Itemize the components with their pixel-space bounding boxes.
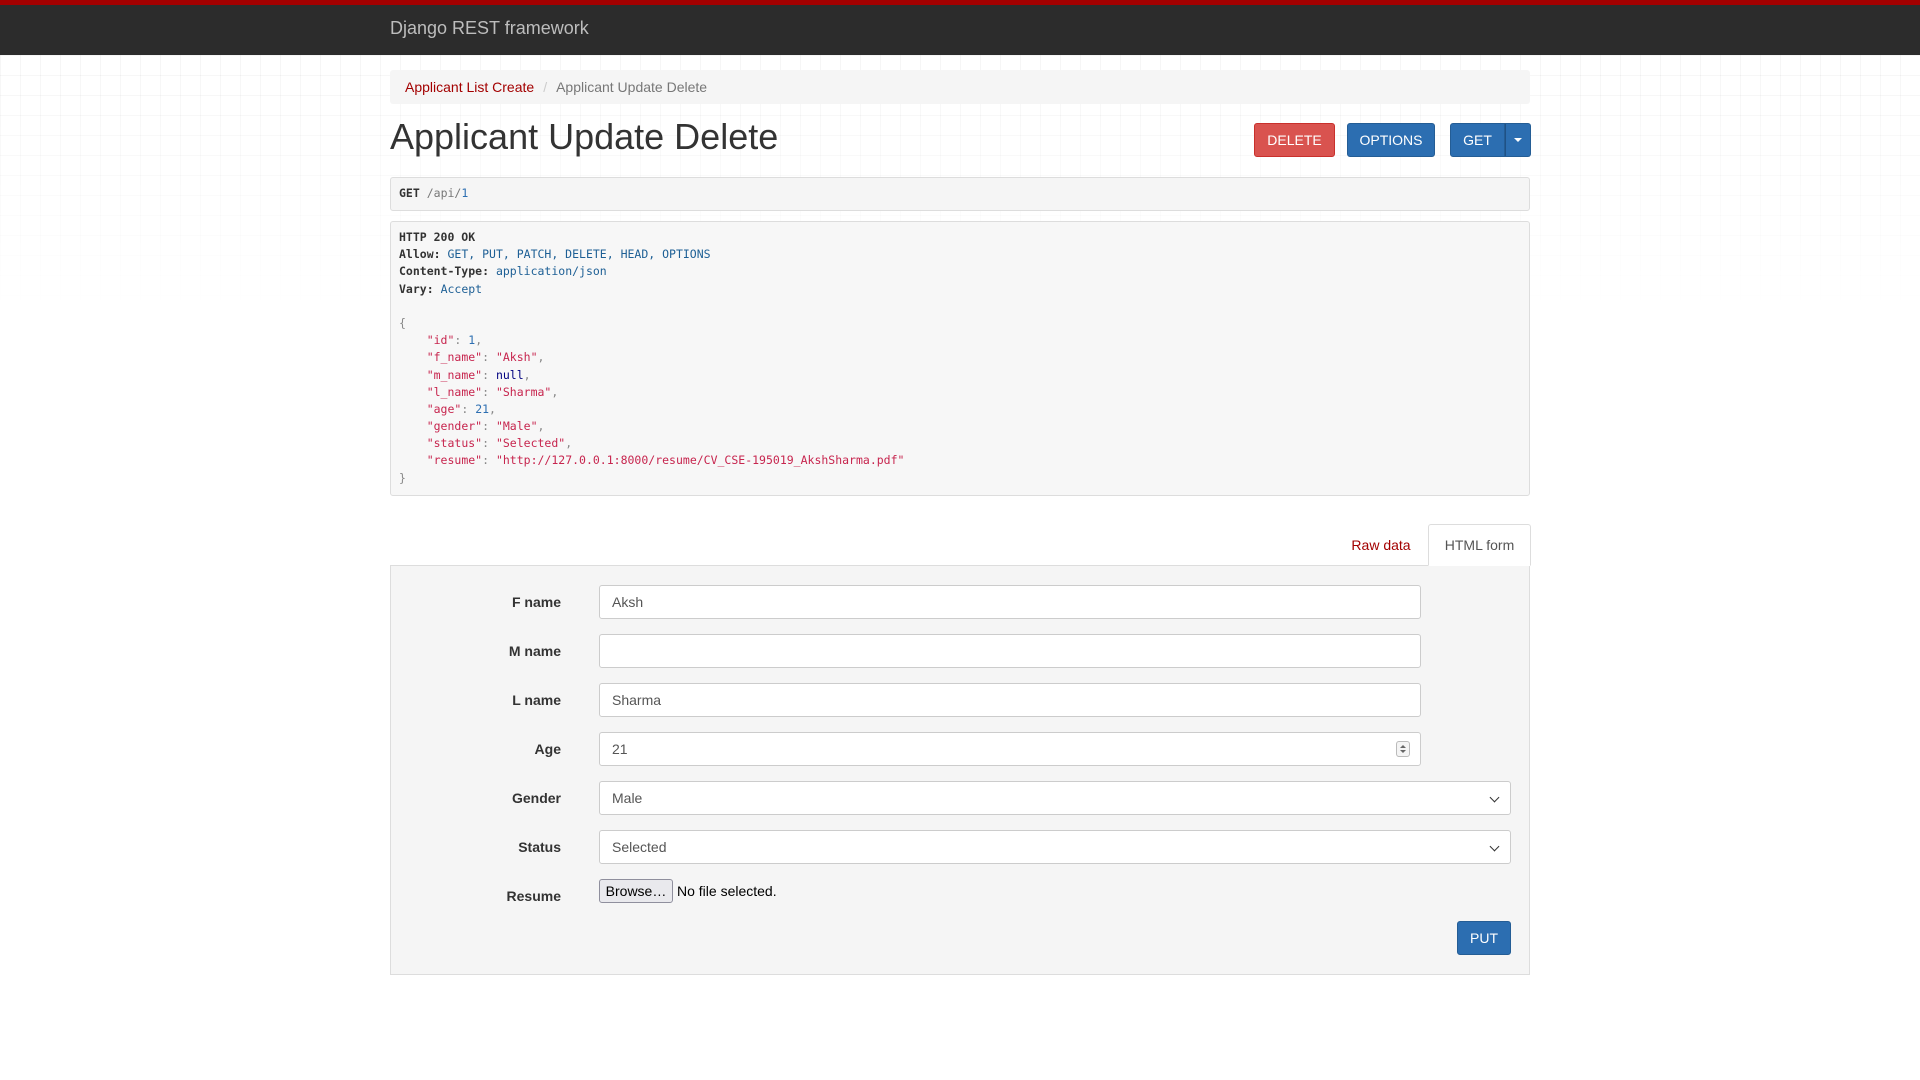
form-row-f-name: F name Aksh — [391, 585, 1529, 619]
request-method: GET — [399, 186, 420, 200]
l-name-input[interactable]: Sharma — [599, 683, 1421, 717]
response-header-value: application/json — [495, 264, 607, 279]
get-format-dropdown-toggle[interactable] — [1505, 123, 1531, 157]
main-container: Applicant List Create / Applicant Update… — [390, 55, 1531, 975]
form-row-resume: Resume Browse… No file selected. — [391, 879, 1529, 913]
spin-up-icon — [1400, 745, 1406, 748]
breadcrumb: Applicant List Create / Applicant Update… — [390, 70, 1530, 104]
resume-browse-button[interactable]: Browse… — [599, 879, 673, 903]
json-key: "f_name" — [426, 350, 483, 365]
gender-selected-value: Male — [612, 790, 643, 806]
response-info: HTTP 200 OK Allow: GET, PUT, PATCH, DELE… — [390, 221, 1530, 496]
json-value: "Sharma" — [495, 384, 552, 399]
chevron-down-icon — [1489, 792, 1500, 803]
form-tabs: Raw data HTML form — [390, 524, 1531, 566]
l-name-label: L name — [512, 692, 561, 708]
page-title: Applicant Update Delete — [390, 116, 779, 157]
age-value: 21 — [612, 741, 628, 757]
status-selected-value: Selected — [612, 839, 667, 855]
title-row: Applicant Update Delete DELETE OPTIONS G… — [390, 112, 1531, 172]
status-label: Status — [518, 839, 561, 855]
tab-raw-data[interactable]: Raw data — [1343, 524, 1419, 566]
json-value: "Male" — [495, 419, 538, 434]
json-key: "l_name" — [426, 384, 483, 399]
spin-down-icon — [1400, 750, 1406, 753]
form-row-m-name: M name — [391, 634, 1529, 668]
json-value: "Aksh" — [495, 350, 538, 365]
resume-file-status: No file selected. — [677, 883, 777, 899]
delete-button[interactable]: DELETE — [1254, 123, 1335, 157]
put-button[interactable]: PUT — [1457, 921, 1511, 955]
gender-label: Gender — [511, 790, 561, 806]
request-path: /api/ — [426, 186, 462, 200]
json-value-resume-link[interactable]: "http://127.0.0.1:8000/resume/CV_CSE-195… — [496, 453, 905, 467]
number-spinner-icon[interactable] — [1396, 741, 1410, 757]
json-key: "m_name" — [426, 367, 483, 382]
html-form: F name Aksh M name L name Sharma Age 21 … — [390, 566, 1530, 975]
breadcrumb-link-applicant-list-create[interactable]: Applicant List Create — [405, 79, 534, 95]
response-header-key: Vary: — [399, 281, 434, 296]
response-header-key: Content-Type: — [399, 264, 490, 279]
age-label: Age — [534, 741, 561, 757]
m-name-input[interactable] — [599, 634, 1421, 668]
json-key: "id" — [426, 333, 455, 348]
json-value: null — [495, 367, 524, 382]
request-path-id: 1 — [461, 186, 469, 200]
form-row-age: Age 21 — [391, 732, 1529, 766]
breadcrumb-separator: / — [543, 79, 548, 95]
json-key: "resume" — [426, 453, 483, 468]
chevron-down-icon — [1489, 841, 1500, 852]
resume-label: Resume — [506, 888, 561, 904]
navbar-brand[interactable]: Django REST framework — [390, 18, 589, 39]
request-info: GET /api/1 — [390, 177, 1530, 211]
response-header-value: Accept — [440, 281, 483, 296]
json-value: "Selected" — [495, 436, 566, 451]
f-name-label: F name — [511, 594, 561, 610]
options-button[interactable]: OPTIONS — [1347, 123, 1435, 157]
json-close-brace: } — [399, 470, 406, 485]
form-row-l-name: L name Sharma — [391, 683, 1529, 717]
json-key: "status" — [426, 436, 483, 451]
gender-select[interactable]: Male — [599, 781, 1511, 815]
response-header-value: GET, PUT, PATCH, DELETE, HEAD, OPTIONS — [447, 247, 711, 262]
navbar: Django REST framework — [0, 0, 1920, 55]
tab-html-form[interactable]: HTML form — [1428, 524, 1531, 566]
response-header-key: Allow: — [399, 247, 441, 262]
json-key: "age" — [426, 401, 462, 416]
m-name-label: M name — [508, 643, 561, 659]
get-button[interactable]: GET — [1450, 123, 1505, 157]
breadcrumb-current: Applicant Update Delete — [556, 79, 708, 95]
json-open-brace: { — [399, 315, 406, 330]
status-select[interactable]: Selected — [599, 830, 1511, 864]
age-input[interactable]: 21 — [599, 732, 1421, 766]
form-row-gender: Gender Male — [391, 781, 1529, 815]
json-key: "gender" — [426, 419, 483, 434]
response-status: HTTP 200 OK — [399, 230, 476, 244]
form-row-status: Status Selected — [391, 830, 1529, 864]
json-value: 21 — [475, 401, 490, 416]
caret-down-icon — [1514, 138, 1522, 142]
f-name-input[interactable]: Aksh — [599, 585, 1421, 619]
